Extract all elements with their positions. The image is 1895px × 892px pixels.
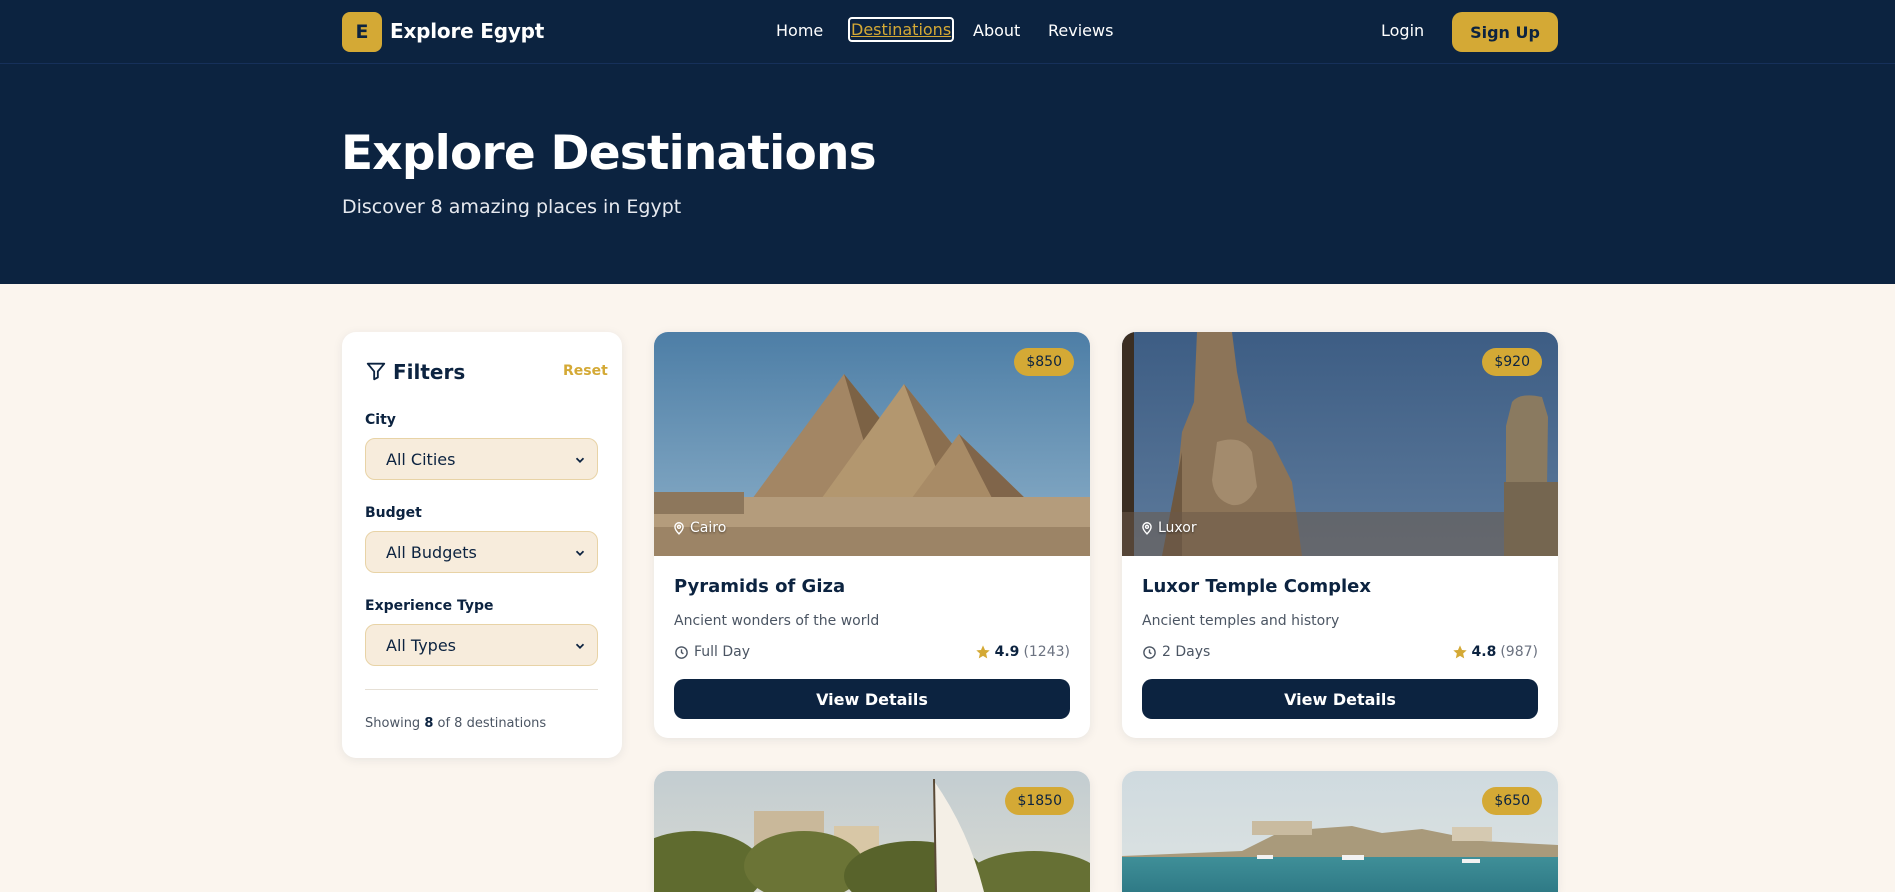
chevron-down-icon xyxy=(573,452,587,471)
destination-description: Ancient wonders of the world xyxy=(674,613,880,629)
review-count: (1243) xyxy=(1023,644,1070,660)
clock-icon xyxy=(1143,645,1156,659)
location-text: Cairo xyxy=(690,520,727,536)
view-details-button[interactable]: View Details xyxy=(674,679,1070,719)
destination-image[interactable]: $650 xyxy=(1122,771,1558,892)
type-label: Experience Type xyxy=(365,598,494,614)
top-nav: E Explore Egypt Home Destinations About … xyxy=(0,0,1895,64)
map-pin-icon xyxy=(674,522,684,535)
review-count: (987) xyxy=(1500,644,1538,660)
rating-score: 4.9 xyxy=(994,644,1020,660)
login-link[interactable]: Login xyxy=(1381,21,1424,40)
duration: 2 Days xyxy=(1142,644,1210,660)
rating: 4.8 (987) xyxy=(1452,644,1538,660)
results-prefix: Showing xyxy=(365,716,421,731)
nav-link-about[interactable]: About xyxy=(973,21,1020,40)
location-text: Luxor xyxy=(1158,520,1197,536)
chevron-down-icon xyxy=(573,545,587,564)
star-icon xyxy=(1452,645,1467,659)
duration-text: 2 Days xyxy=(1162,644,1211,660)
budget-select[interactable]: All Budgets xyxy=(365,531,598,573)
filters-title: Filters xyxy=(393,360,466,384)
duration: Full Day xyxy=(674,644,750,660)
type-select-value: All Types xyxy=(386,635,457,655)
city-select-value: All Cities xyxy=(386,449,456,469)
price-badge: $850 xyxy=(1014,348,1074,376)
budget-label: Budget xyxy=(365,505,422,521)
rating-score: 4.8 xyxy=(1471,644,1497,660)
city-select[interactable]: All Cities xyxy=(365,438,598,480)
signup-button[interactable]: Sign Up xyxy=(1452,12,1558,52)
budget-select-value: All Budgets xyxy=(386,542,477,562)
nav-link-destinations[interactable]: Destinations xyxy=(848,17,955,42)
destination-title[interactable]: Pyramids of Giza xyxy=(674,576,845,597)
logo-icon[interactable]: E xyxy=(342,12,382,52)
destination-image[interactable]: $850 Cairo xyxy=(654,332,1090,556)
destination-card[interactable]: $920 Luxor Luxor Temple Complex Ancient … xyxy=(1122,332,1558,738)
filter-icon xyxy=(365,360,387,386)
destination-title[interactable]: Luxor Temple Complex xyxy=(1142,576,1371,597)
duration-text: Full Day xyxy=(694,644,751,660)
destination-description: Ancient temples and history xyxy=(1142,613,1340,629)
page-subtitle: Discover 8 amazing places in Egypt xyxy=(342,196,682,218)
reset-filters-button[interactable]: Reset xyxy=(563,363,608,379)
city-label: City xyxy=(365,412,396,428)
results-suffix: of 8 destinations xyxy=(437,716,547,731)
destination-image[interactable]: $1850 xyxy=(654,771,1090,892)
map-pin-icon xyxy=(1142,522,1152,535)
price-badge: $650 xyxy=(1482,787,1542,815)
results-number: 8 xyxy=(424,716,434,731)
type-select[interactable]: All Types xyxy=(365,624,598,666)
destination-image[interactable]: $920 Luxor xyxy=(1122,332,1558,556)
price-badge: $1850 xyxy=(1005,787,1074,815)
location-label: Luxor xyxy=(1140,520,1197,536)
hero-banner xyxy=(0,64,1895,284)
star-icon xyxy=(975,645,990,659)
rating: 4.9 (1243) xyxy=(975,644,1070,660)
destination-card[interactable]: $850 Cairo Pyramids of Giza Ancient wond… xyxy=(654,332,1090,738)
results-count: Showing 8 of 8 destinations xyxy=(365,716,546,731)
chevron-down-icon xyxy=(573,638,587,657)
clock-icon xyxy=(675,645,688,659)
location-label: Cairo xyxy=(672,520,726,536)
destination-card[interactable]: $650 xyxy=(1122,771,1558,892)
brand-name[interactable]: Explore Egypt xyxy=(390,19,544,43)
page-title: Explore Destinations xyxy=(341,126,877,181)
nav-link-home[interactable]: Home xyxy=(776,21,823,40)
divider xyxy=(365,689,598,690)
nav-link-reviews[interactable]: Reviews xyxy=(1048,21,1113,40)
destination-card[interactable]: $1850 xyxy=(654,771,1090,892)
filters-panel: Filters Reset City All Cities Budget All… xyxy=(342,332,622,758)
view-details-button[interactable]: View Details xyxy=(1142,679,1538,719)
price-badge: $920 xyxy=(1482,348,1542,376)
